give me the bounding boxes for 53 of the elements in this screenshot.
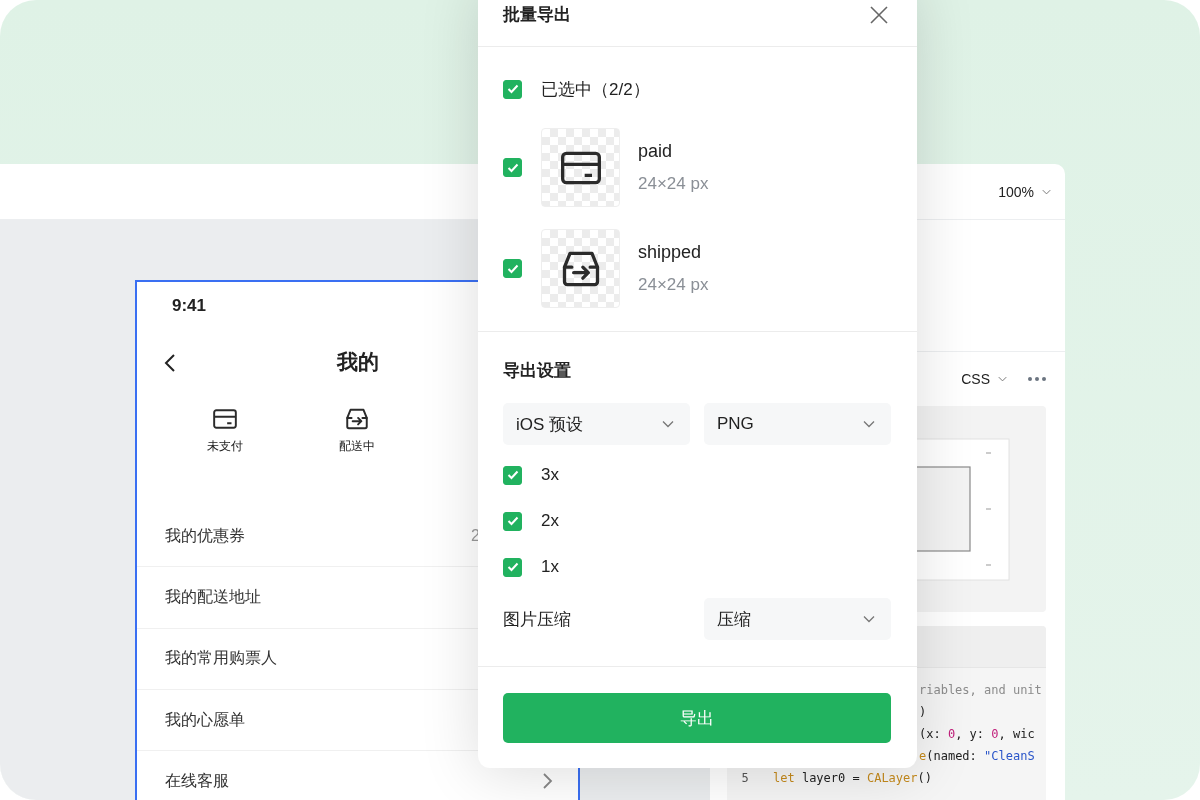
line-number: 5: [741, 771, 749, 785]
dropdown[interactable]: 压缩: [704, 598, 891, 640]
checkmark-icon: [506, 470, 519, 480]
back-icon[interactable]: [164, 353, 176, 373]
dropdown[interactable]: PNG: [704, 403, 891, 445]
checkbox[interactable]: [503, 465, 522, 485]
checkmark-icon: [506, 562, 519, 572]
code-line: ): [918, 705, 927, 719]
checkmark-icon: [506, 84, 519, 94]
menu-label: 我的优惠券: [165, 525, 245, 546]
chevron-down-icon: [863, 615, 875, 623]
compression-label: 图片压缩: [503, 608, 571, 631]
chevron-right-icon: [542, 772, 554, 791]
dropdown[interactable]: iOS 预设: [503, 403, 690, 445]
asset-size: 24×24 px: [638, 275, 709, 295]
section-heading: 导出设置: [503, 360, 572, 382]
card-icon: [212, 406, 238, 432]
checkbox[interactable]: [503, 259, 522, 278]
code-line: let layer0 = CALayer(): [772, 771, 932, 785]
menu-label: 我的常用购票人: [165, 648, 277, 669]
asset-size: 24×24 px: [638, 174, 709, 194]
chevron-down-icon: [1042, 188, 1051, 195]
chevron-down-icon: [863, 420, 875, 428]
code-line: e(named: "CleanS: [918, 749, 1035, 763]
selection-count: 已选中（2/2）: [541, 78, 650, 101]
more-icon[interactable]: [1027, 376, 1047, 382]
scale-label: 2x: [541, 511, 559, 531]
checkbox[interactable]: [503, 511, 522, 531]
checkbox[interactable]: [503, 158, 522, 177]
menu-label: 我的心愿单: [165, 709, 245, 730]
asset-name: shipped: [638, 242, 703, 263]
status-time: 9:41: [171, 295, 208, 317]
code-line: (x: 0, y: 0, wic: [918, 727, 1035, 741]
code-line: riables, and unit: [918, 683, 1042, 697]
checkmark-icon: [506, 263, 519, 274]
shortcut-item[interactable]: 配送中: [291, 400, 423, 506]
page-title: 我的: [336, 349, 379, 375]
zoom-dropdown[interactable]: 100%: [998, 183, 1051, 200]
menu-label: 在线客服: [165, 770, 229, 791]
chevron-down-icon: [662, 420, 674, 428]
scale-label: 3x: [541, 465, 559, 485]
checkmark-icon: [506, 162, 519, 173]
checkmark-icon: [506, 516, 519, 526]
checkbox[interactable]: [503, 79, 522, 99]
checkbox[interactable]: [503, 557, 522, 577]
asset-name: paid: [638, 141, 674, 162]
language-dropdown[interactable]: CSS: [961, 371, 1007, 387]
shortcut-item[interactable]: 未支付: [159, 400, 291, 506]
box-arrow-icon: [344, 406, 370, 432]
menu-label: 我的配送地址: [165, 586, 261, 607]
chevron-down-icon: [998, 376, 1007, 382]
dialog-title: 批量导出: [503, 4, 571, 26]
close-icon[interactable]: [870, 5, 888, 24]
